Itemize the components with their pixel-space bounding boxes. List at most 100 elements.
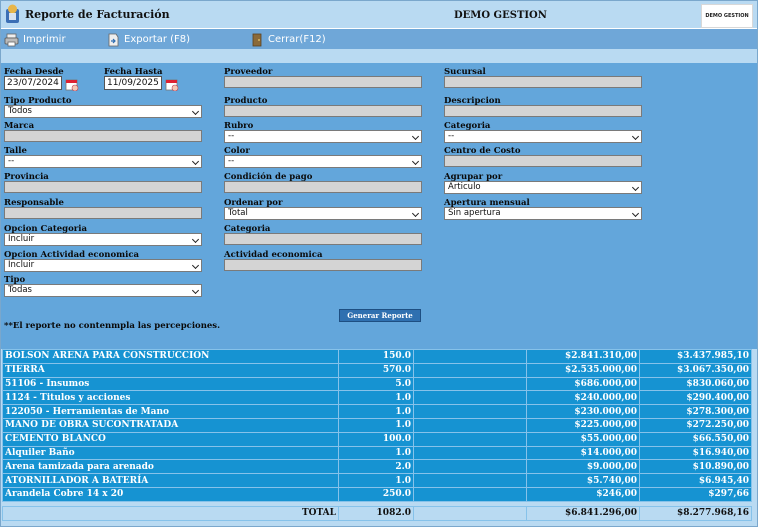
item-neto: $14.000,00 bbox=[526, 445, 640, 461]
report-table-area: BOLSON ARENA PARA CONSTRUCCION 150.0 $2.84… bbox=[1, 349, 757, 521]
sucursal-input[interactable] bbox=[444, 76, 642, 88]
table-row[interactable]: BOLSON ARENA PARA CONSTRUCCION 150.0 $2.84… bbox=[2, 349, 752, 364]
close-label: Cerrar(F12) bbox=[268, 34, 326, 45]
item-name: Alquiler Baño bbox=[2, 445, 339, 461]
table-row[interactable]: 1124 - Titulos y acciones 1.0 $240.000,00 $… bbox=[2, 390, 752, 406]
item-neto: $5.740,00 bbox=[526, 473, 640, 488]
centro-costo-input[interactable] bbox=[444, 155, 642, 167]
perceptions-note: **El reporte no contenmpla las percepcio… bbox=[4, 321, 221, 331]
rubro-select[interactable]: -- bbox=[224, 130, 422, 143]
toolbar-spacer bbox=[1, 49, 757, 64]
item-extra bbox=[413, 417, 527, 433]
color-select[interactable]: -- bbox=[224, 155, 422, 168]
item-quantity: 1.0 bbox=[338, 390, 414, 406]
print-button[interactable]: Imprimir bbox=[4, 32, 66, 47]
item-name: 51106 - Insumos bbox=[2, 376, 339, 392]
item-total: $6.945,40 bbox=[639, 473, 752, 488]
item-total: $830.060,00 bbox=[639, 376, 752, 392]
total-amount: $8.277.968,16 bbox=[639, 505, 752, 521]
total-neto: $6.841.296,00 bbox=[526, 505, 640, 521]
item-quantity: 1.0 bbox=[338, 473, 414, 488]
item-total: $66.550,00 bbox=[639, 431, 752, 447]
item-name: Arena tamizada para arenado bbox=[2, 459, 339, 475]
company-logo: DEMO GESTION bbox=[701, 4, 753, 28]
actividad-economica-input[interactable] bbox=[224, 259, 422, 271]
table-row[interactable]: Arena tamizada para arenado 2.0 $9.000,00 $… bbox=[2, 459, 752, 475]
provincia-input[interactable] bbox=[4, 181, 202, 193]
item-quantity: 2.0 bbox=[338, 459, 414, 475]
logo-text: DEMO GESTION bbox=[705, 13, 749, 19]
page-title: Reporte de Facturación bbox=[25, 8, 170, 21]
item-name: Arandela Cobre 14 x 20 bbox=[2, 486, 339, 502]
table-row[interactable]: TIERRA 570.0 $2.535.000,00 $3.067.350,00 bbox=[2, 362, 752, 378]
item-neto: $2.841.310,00 bbox=[526, 349, 640, 364]
item-extra bbox=[413, 349, 527, 364]
report-table: BOLSON ARENA PARA CONSTRUCCION 150.0 $2.84… bbox=[2, 349, 752, 521]
company-name: DEMO GESTION bbox=[454, 10, 547, 21]
agrupar-por-select[interactable]: Articulo bbox=[444, 181, 642, 194]
tipo-select[interactable]: Todas bbox=[4, 284, 202, 297]
calendar-icon[interactable] bbox=[165, 77, 179, 91]
opcion-actividad-select[interactable]: Incluir bbox=[4, 259, 202, 272]
item-name: ATORNILLADOR A BATERÍA bbox=[2, 473, 339, 488]
proveedor-input[interactable] bbox=[224, 76, 422, 88]
printer-icon bbox=[4, 33, 19, 46]
condicion-pago-input[interactable] bbox=[224, 181, 422, 193]
fecha-desde-input[interactable]: 23/07/2024 bbox=[4, 76, 62, 90]
table-row[interactable]: 122050 - Herramientas de Mano 1.0 $230.000… bbox=[2, 404, 752, 419]
responsable-input[interactable] bbox=[4, 207, 202, 219]
item-quantity: 570.0 bbox=[338, 362, 414, 378]
export-button[interactable]: Exportar (F8) bbox=[106, 32, 190, 47]
descripcion-input[interactable] bbox=[444, 105, 642, 117]
total-quantity: 1082.0 bbox=[338, 505, 414, 521]
fecha-hasta-input[interactable]: 11/09/2025 bbox=[104, 76, 162, 90]
item-neto: $686.000,00 bbox=[526, 376, 640, 392]
item-extra bbox=[413, 459, 527, 475]
table-row[interactable]: MANO DE OBRA SUCONTRATADA 1.0 $225.000,00 $… bbox=[2, 417, 752, 433]
exit-door-icon bbox=[252, 33, 262, 46]
item-extra bbox=[413, 473, 527, 488]
item-neto: $246,00 bbox=[526, 486, 640, 502]
item-quantity: 1.0 bbox=[338, 417, 414, 433]
item-extra bbox=[413, 390, 527, 406]
ordenar-por-select[interactable]: Total bbox=[224, 207, 422, 220]
talle-select[interactable]: -- bbox=[4, 155, 202, 168]
item-extra bbox=[413, 486, 527, 502]
item-quantity: 250.0 bbox=[338, 486, 414, 502]
marca-input[interactable] bbox=[4, 130, 202, 142]
close-button[interactable]: Cerrar(F12) bbox=[250, 32, 326, 47]
categoria-select[interactable]: -- bbox=[444, 130, 642, 143]
item-total: $290.400,00 bbox=[639, 390, 752, 406]
total-row: TOTAL 1082.0 $6.841.296,00 $8.277.968,16 bbox=[2, 505, 752, 521]
print-label: Imprimir bbox=[23, 34, 66, 45]
item-total: $297,66 bbox=[639, 486, 752, 502]
opcion-categoria-select[interactable]: Incluir bbox=[4, 233, 202, 246]
item-total: $278.300,00 bbox=[639, 404, 752, 419]
item-total: $16.940,00 bbox=[639, 445, 752, 461]
item-quantity: 1.0 bbox=[338, 445, 414, 461]
total-label: TOTAL bbox=[2, 505, 339, 521]
item-quantity: 150.0 bbox=[338, 349, 414, 364]
item-neto: $9.000,00 bbox=[526, 459, 640, 475]
generate-report-button[interactable]: Generar Reporte bbox=[339, 309, 421, 322]
item-total: $3.437.985,10 bbox=[639, 349, 752, 364]
calendar-icon[interactable] bbox=[65, 77, 79, 91]
item-name: 1124 - Titulos y acciones bbox=[2, 390, 339, 406]
table-row[interactable]: Arandela Cobre 14 x 20 250.0 $246,00 $297,6… bbox=[2, 486, 752, 502]
item-neto: $230.000,00 bbox=[526, 404, 640, 419]
item-name: CEMENTO BLANCO bbox=[2, 431, 339, 447]
table-row[interactable]: 51106 - Insumos 5.0 $686.000,00 $830.060,00 bbox=[2, 376, 752, 392]
table-row[interactable]: ATORNILLADOR A BATERÍA 1.0 $5.740,00 $6.945… bbox=[2, 473, 752, 488]
item-extra bbox=[413, 376, 527, 392]
item-neto: $240.000,00 bbox=[526, 390, 640, 406]
producto-input[interactable] bbox=[224, 105, 422, 117]
table-row[interactable]: Alquiler Baño 1.0 $14.000,00 $16.940,00 bbox=[2, 445, 752, 461]
apertura-mensual-select[interactable]: Sin apertura bbox=[444, 207, 642, 220]
item-name: BOLSON ARENA PARA CONSTRUCCION bbox=[2, 349, 339, 364]
tipo-producto-select[interactable]: Todos bbox=[4, 105, 202, 118]
table-row[interactable]: CEMENTO BLANCO 100.0 $55.000,00 $66.550,00 bbox=[2, 431, 752, 447]
report-window: Reporte de Facturación DEMO GESTION DEMO… bbox=[0, 0, 758, 527]
categoria-input[interactable] bbox=[224, 233, 422, 245]
item-quantity: 1.0 bbox=[338, 404, 414, 419]
export-label: Exportar (F8) bbox=[124, 34, 191, 45]
